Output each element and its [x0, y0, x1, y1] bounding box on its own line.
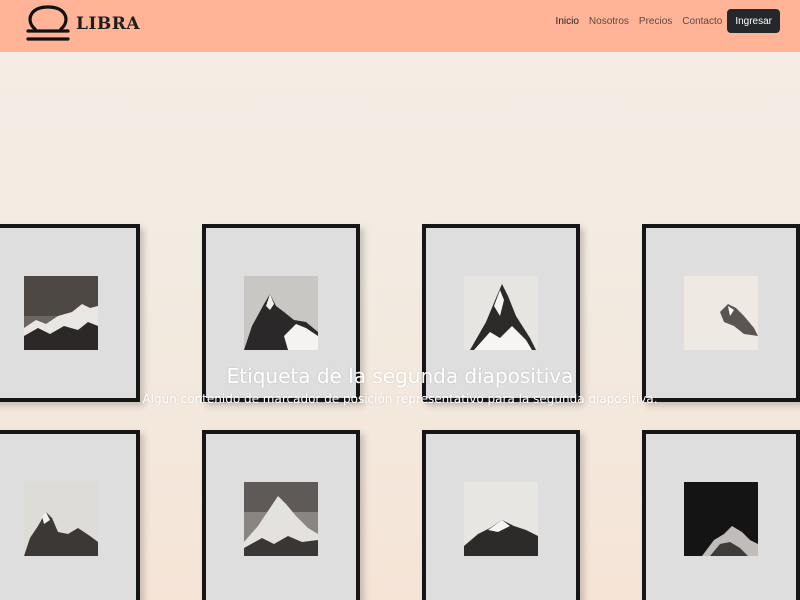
- mountain-photo: [464, 276, 538, 350]
- mountain-photo: [684, 482, 758, 556]
- nav-link-precios[interactable]: Precios: [639, 16, 672, 27]
- nav-links: Inicio Nosotros Precios Contacto Ingresa…: [546, 9, 780, 33]
- libra-symbol-icon: [26, 5, 70, 41]
- carousel-caption: Etiqueta de la segunda diapositiva Algún…: [0, 364, 800, 406]
- brand-link[interactable]: LIBRA: [26, 2, 140, 46]
- picture-frame: [0, 430, 140, 600]
- picture-frame: [642, 430, 800, 600]
- carousel-slide[interactable]: Etiqueta de la segunda diapositiva Algún…: [0, 52, 800, 600]
- nav-link-contacto[interactable]: Contacto: [682, 16, 722, 27]
- caption-title: Etiqueta de la segunda diapositiva: [226, 364, 574, 388]
- caption-text: Algún contenido de marcador de posición …: [142, 392, 658, 406]
- nav-link-nosotros[interactable]: Nosotros: [589, 16, 629, 27]
- mountain-photo: [24, 482, 98, 556]
- picture-frame: [422, 430, 580, 600]
- brand-name: LIBRA: [76, 14, 141, 34]
- mountain-photo: [684, 276, 758, 350]
- picture-frame: [202, 430, 360, 600]
- mountain-photo: [244, 482, 318, 556]
- mountain-photo: [24, 276, 98, 350]
- login-button[interactable]: Ingresar: [727, 9, 780, 33]
- mountain-photo: [464, 482, 538, 556]
- nav-link-inicio[interactable]: Inicio: [556, 16, 579, 27]
- mountain-photo: [244, 276, 318, 350]
- navbar: LIBRA Inicio Nosotros Precios Contacto I…: [0, 0, 800, 52]
